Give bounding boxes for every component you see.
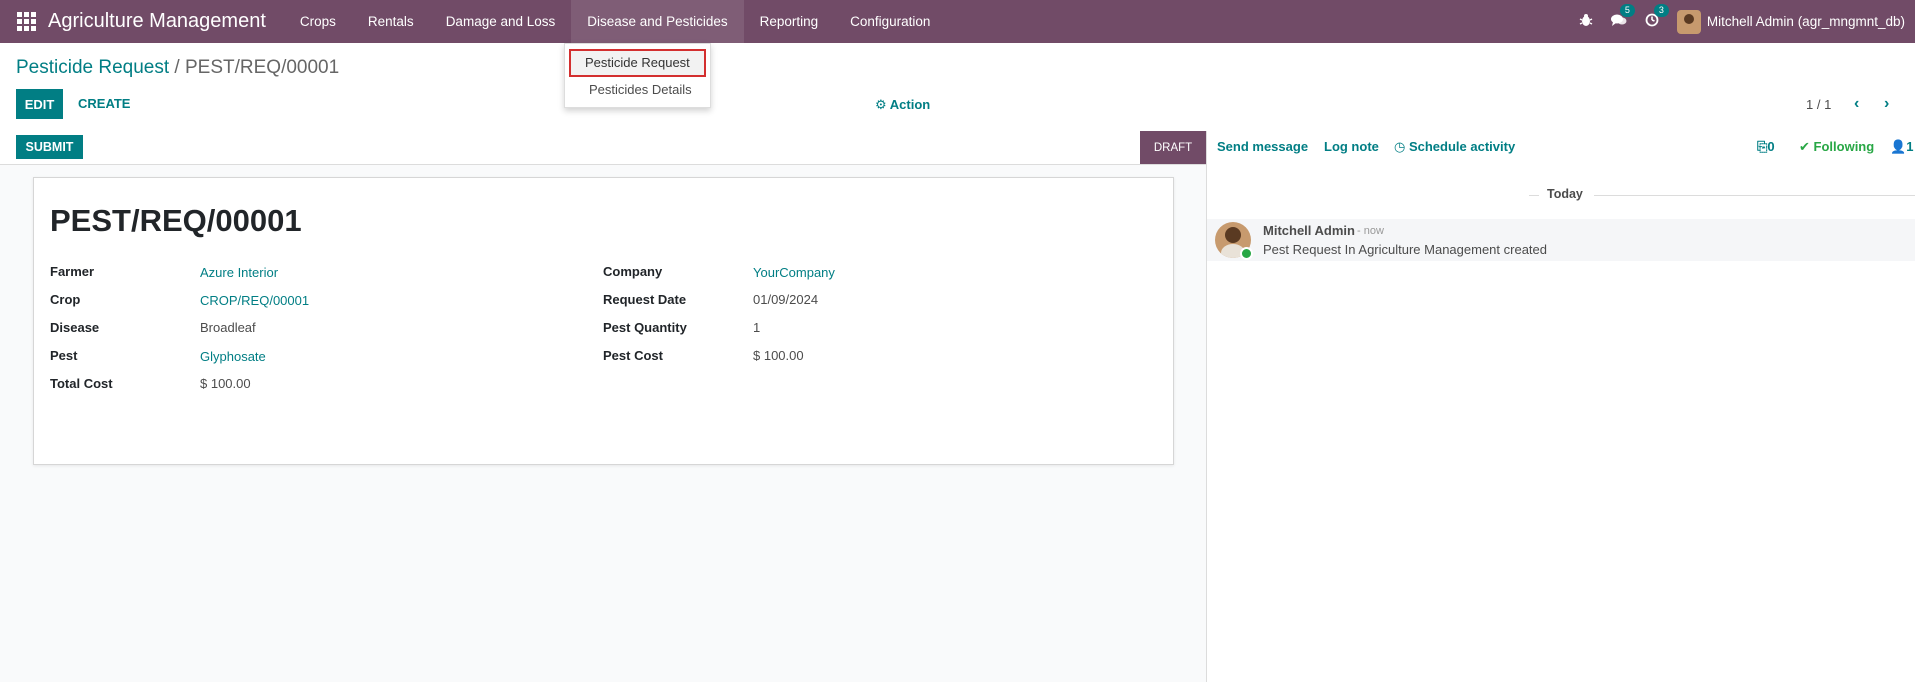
field-request-date[interactable]: 01/09/2024 [753, 292, 818, 307]
field-label-company: Company [603, 264, 663, 279]
user-name: Mitchell Admin (agr_mngmnt_db) [1706, 14, 1905, 29]
following-label: Following [1813, 139, 1875, 154]
menu-disease-and-pesticides[interactable]: Disease and Pesticides [571, 0, 744, 43]
check-icon: ✔ [1799, 139, 1810, 154]
action-menu[interactable]: ⚙ Action [875, 97, 930, 113]
chatter-message: Mitchell Admin - now Pest Request In Agr… [1207, 219, 1915, 261]
followers-button[interactable]: 👤1 [1890, 139, 1913, 155]
gear-icon: ⚙ [875, 97, 887, 112]
dropdown-item-pesticide-request[interactable]: Pesticide Request [569, 49, 706, 77]
attachments-button[interactable]: ⎘0 [1757, 139, 1775, 155]
menu-reporting[interactable]: Reporting [744, 0, 835, 43]
schedule-activity-button[interactable]: ◷ Schedule activity [1394, 139, 1515, 155]
following-button[interactable]: ✔ Following [1799, 139, 1874, 155]
field-label-total-cost: Total Cost [50, 376, 113, 391]
create-button[interactable]: CREATE [68, 89, 140, 119]
field-disease[interactable]: Broadleaf [200, 320, 256, 335]
user-icon: 👤 [1890, 139, 1907, 154]
status-draft[interactable]: DRAFT [1140, 131, 1206, 164]
menu-configuration[interactable]: Configuration [834, 0, 946, 43]
breadcrumb: Pesticide Request / PEST/REQ/00001 [16, 57, 339, 79]
field-company[interactable]: YourCompany [753, 265, 835, 280]
control-panel: Pesticide Request / PEST/REQ/00001 EDIT … [0, 43, 1915, 132]
clock-icon: ◷ [1394, 139, 1406, 154]
breadcrumb-parent[interactable]: Pesticide Request [16, 57, 169, 78]
message-time: - now [1357, 225, 1384, 237]
bug-icon[interactable] [1579, 13, 1593, 30]
user-menu[interactable]: Mitchell Admin (agr_mngmnt_db) [1676, 9, 1905, 34]
activity-clock-icon[interactable]: 3 [1645, 4, 1669, 30]
separator-line-left [1529, 195, 1539, 196]
log-note-button[interactable]: Log note [1324, 139, 1379, 154]
field-label-request-date: Request Date [603, 292, 687, 307]
paperclip-icon: ⎘ [1757, 139, 1768, 154]
field-label-farmer: Farmer [50, 264, 95, 279]
schedule-activity-label: Schedule activity [1408, 139, 1516, 154]
navbar-systray: 5 3 Mitchell Admin (agr_mngmnt_db) [1579, 0, 1905, 43]
field-pest-cost[interactable]: $ 100.00 [753, 348, 804, 363]
record-title: PEST/REQ/00001 [50, 203, 302, 238]
separator-line-right [1594, 195, 1915, 196]
breadcrumb-separator: / [169, 57, 185, 78]
chatter-panel: Send message Log note ◷ Schedule activit… [1206, 131, 1915, 682]
chevron-left-icon[interactable]: ‹ [1854, 95, 1859, 113]
field-farmer[interactable]: Azure Interior [200, 265, 278, 280]
disease-pesticides-dropdown: Pesticide Request Pesticides Details [564, 43, 711, 108]
menu-rentals[interactable]: Rentals [352, 0, 430, 43]
edit-button[interactable]: EDIT [16, 89, 63, 119]
apps-grid-icon[interactable] [14, 10, 38, 34]
menu-damage-and-loss[interactable]: Damage and Loss [430, 0, 572, 43]
date-separator: Today [1207, 187, 1915, 203]
send-message-button[interactable]: Send message [1217, 139, 1308, 154]
field-label-disease: Disease [50, 320, 100, 335]
form-sheet: PEST/REQ/00001 Farmer Azure Interior Cro… [33, 177, 1174, 465]
form-statusbar: SUBMIT DRAFT [0, 131, 1206, 165]
top-navbar: Agriculture Management Crops Rentals Dam… [0, 0, 1915, 43]
message-body: Pest Request In Agriculture Management c… [1263, 242, 1547, 257]
field-crop[interactable]: CROP/REQ/00001 [200, 293, 309, 308]
chevron-right-icon[interactable]: › [1884, 95, 1889, 113]
attachments-count: 0 [1767, 139, 1775, 154]
field-total-cost: $ 100.00 [200, 376, 251, 391]
menu-crops[interactable]: Crops [284, 0, 352, 43]
date-separator-label: Today [1547, 187, 1583, 201]
field-pest[interactable]: Glyphosate [200, 349, 266, 364]
followers-count: 1 [1906, 139, 1914, 154]
field-pest-quantity[interactable]: 1 [753, 320, 760, 335]
message-author[interactable]: Mitchell Admin [1263, 223, 1355, 238]
action-label: Action [889, 97, 931, 112]
app-brand[interactable]: Agriculture Management [48, 10, 266, 33]
pager-value[interactable]: 1 / 1 [1806, 97, 1831, 112]
messages-badge: 5 [1619, 4, 1635, 17]
field-label-pest: Pest [50, 348, 78, 363]
field-label-pest-cost: Pest Cost [603, 348, 663, 363]
dropdown-item-pesticides-details[interactable]: Pesticides Details [569, 78, 706, 102]
field-label-crop: Crop [50, 292, 81, 307]
chatter-topbar: Send message Log note ◷ Schedule activit… [1207, 131, 1915, 164]
online-status-icon [1240, 247, 1253, 260]
activities-badge: 3 [1653, 4, 1669, 17]
messages-icon[interactable]: 5 [1610, 4, 1635, 30]
submit-button[interactable]: SUBMIT [16, 135, 83, 159]
breadcrumb-current: PEST/REQ/00001 [185, 57, 340, 78]
avatar [1676, 9, 1701, 34]
field-label-pest-quantity: Pest Quantity [603, 320, 687, 335]
